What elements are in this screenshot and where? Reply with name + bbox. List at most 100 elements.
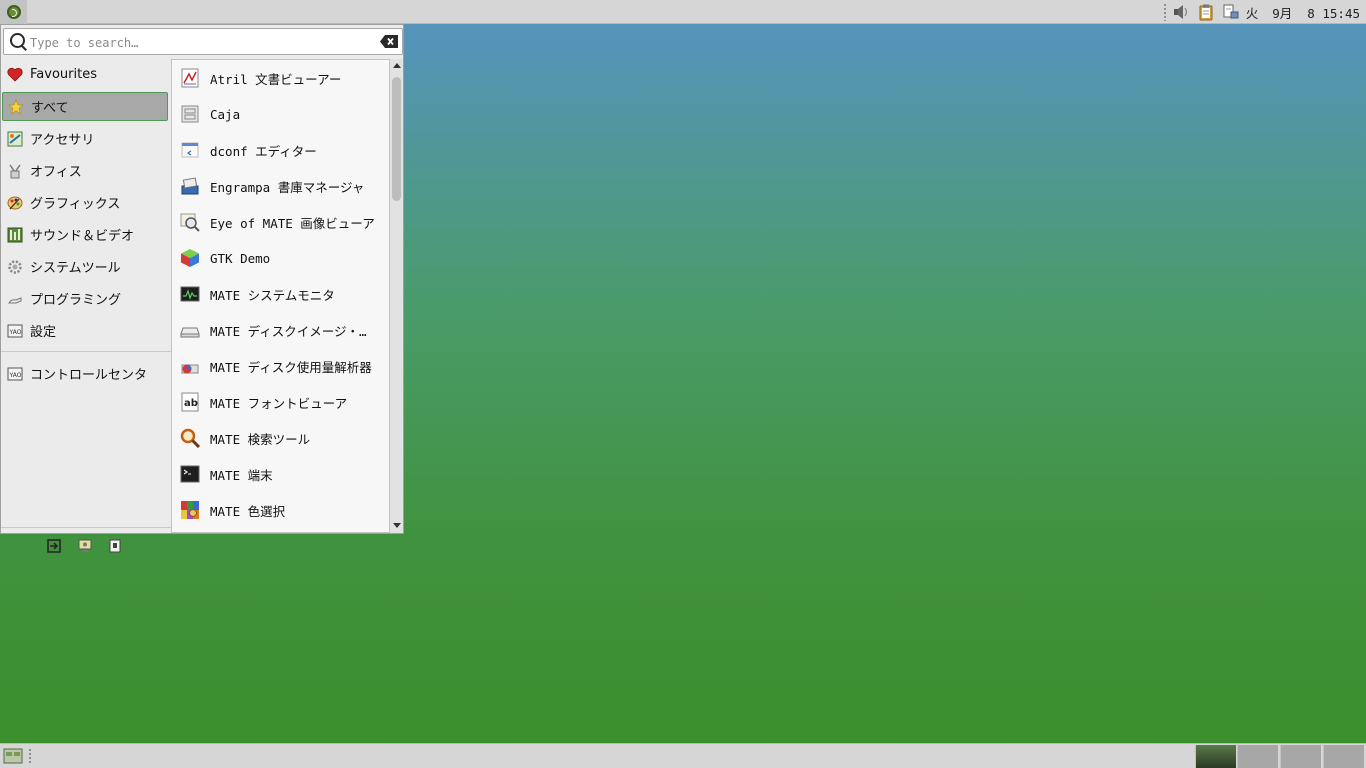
terminal-icon xyxy=(179,463,201,485)
office-icon xyxy=(6,162,23,179)
application-menu: Favourites すべて アクセサリ オフィス グラフィックス サウンド＆ビ… xyxy=(0,24,404,553)
network-icon[interactable] xyxy=(1221,2,1241,22)
category-system-tools[interactable]: システムツール xyxy=(2,252,168,281)
app-label: MATE システムモニタ xyxy=(210,287,335,303)
workspace-3[interactable] xyxy=(1280,745,1321,768)
app-item-atril[interactable]: Atril 文書ビューアー xyxy=(172,60,389,96)
category-label: システムツール xyxy=(30,261,121,276)
category-settings[interactable]: YAO 設定 xyxy=(2,316,168,345)
atril-icon xyxy=(179,67,201,89)
bottom-panel xyxy=(0,743,1366,768)
app-item-disk-usage[interactable]: MATE ディスク使用量解析器 xyxy=(172,348,389,384)
clock-weekday[interactable]: 火 xyxy=(1246,3,1259,22)
category-label: グラフィックス xyxy=(30,197,121,212)
app-list-scrollbar[interactable] xyxy=(390,59,403,533)
workspace-1[interactable] xyxy=(1195,745,1236,768)
search-tool-icon xyxy=(179,427,201,449)
accessories-icon xyxy=(6,130,23,147)
app-label: MATE ディスク使用量解析器 xyxy=(210,359,372,375)
main-menu-button[interactable] xyxy=(0,0,27,24)
scroll-down-arrow-icon[interactable] xyxy=(393,523,401,528)
app-item-color-picker[interactable]: MATE 色選択 xyxy=(172,492,389,528)
disk-usage-icon xyxy=(179,355,201,377)
gtk-demo-icon xyxy=(179,247,201,269)
category-office[interactable]: オフィス xyxy=(2,156,168,185)
volume-icon[interactable] xyxy=(1171,2,1191,22)
app-item-font-viewer[interactable]: ab MATE フォントビューア xyxy=(172,384,389,420)
control-center-label: コントロールセンタ xyxy=(30,368,148,383)
app-label: MATE 検索ツール xyxy=(210,431,311,447)
settings-icon: YAO xyxy=(6,322,23,339)
category-label: 設定 xyxy=(30,325,57,340)
disk-image-icon xyxy=(179,319,201,341)
system-monitor-icon xyxy=(179,283,201,305)
app-label: GTK Demo xyxy=(210,250,271,266)
mate-logo-icon xyxy=(6,5,21,19)
app-label: Atril 文書ビューアー xyxy=(210,71,342,87)
category-all[interactable]: すべて xyxy=(2,92,168,121)
scroll-up-arrow-icon[interactable] xyxy=(393,63,401,68)
app-label: Engrampa 書庫マネージャ xyxy=(210,179,365,195)
multimedia-icon xyxy=(6,226,23,243)
programming-icon xyxy=(6,290,23,307)
session-actions xyxy=(1,537,171,557)
category-list: Favourites すべて アクセサリ オフィス グラフィックス サウンド＆ビ… xyxy=(1,57,171,553)
app-label: MATE 端末 xyxy=(210,467,273,483)
control-center-icon: YAO xyxy=(6,365,23,382)
app-item-dconf[interactable]: dconf エディター xyxy=(172,132,389,168)
control-center-item[interactable]: YAO コントロールセンタ xyxy=(2,359,168,388)
category-favourites[interactable]: Favourites xyxy=(2,60,168,89)
actions-separator xyxy=(1,527,171,528)
app-label: MATE 色選択 xyxy=(210,503,286,519)
svg-text:YAO: YAO xyxy=(8,372,21,379)
category-sound-video[interactable]: サウンド＆ビデオ xyxy=(2,220,168,249)
app-label: Caja xyxy=(210,106,241,122)
category-label: Favourites xyxy=(30,67,97,82)
app-item-gtk-demo[interactable]: GTK Demo xyxy=(172,240,389,276)
color-picker-icon xyxy=(179,499,201,521)
search-input[interactable] xyxy=(28,32,372,53)
app-item-search-tool[interactable]: MATE 検索ツール xyxy=(172,420,389,456)
lock-screen-icon[interactable] xyxy=(76,537,94,555)
category-separator xyxy=(1,351,171,352)
tray-drag-handle[interactable] xyxy=(1162,3,1167,21)
system-tray: 火 9月 8 15:45 xyxy=(1162,0,1366,24)
category-label: アクセサリ xyxy=(30,133,95,148)
system-tools-icon xyxy=(6,258,23,275)
app-label: MATE フォントビューア xyxy=(210,395,348,411)
app-label: dconf エディター xyxy=(210,143,317,159)
application-list: Atril 文書ビューアー Caja dconf エディター Engrampa … xyxy=(171,59,390,533)
heart-icon xyxy=(6,66,23,83)
font-viewer-icon: ab xyxy=(179,391,201,413)
panel-drag-handle[interactable] xyxy=(28,748,32,764)
app-item-system-monitor[interactable]: MATE システムモニタ xyxy=(172,276,389,312)
category-programming[interactable]: プログラミング xyxy=(2,284,168,313)
category-label: すべて xyxy=(31,101,69,116)
app-item-engrampa[interactable]: Engrampa 書庫マネージャ xyxy=(172,168,389,204)
search-box[interactable] xyxy=(3,28,403,55)
clear-search-icon[interactable] xyxy=(380,35,398,48)
search-icon xyxy=(10,33,25,48)
app-item-eye-of-mate[interactable]: Eye of MATE 画像ビューア xyxy=(172,204,389,240)
app-item-disk-image[interactable]: MATE ディスクイメージ・… xyxy=(172,312,389,348)
shutdown-icon[interactable] xyxy=(106,537,124,555)
eom-icon xyxy=(179,211,201,233)
category-label: プログラミング xyxy=(30,293,122,308)
clock-datetime[interactable]: 9月 8 15:45 xyxy=(1272,3,1360,22)
category-accessories[interactable]: アクセサリ xyxy=(2,124,168,153)
logout-icon[interactable] xyxy=(45,537,63,555)
workspace-4[interactable] xyxy=(1323,745,1364,768)
clipboard-icon[interactable] xyxy=(1196,2,1216,22)
workspace-2[interactable] xyxy=(1237,745,1278,768)
scrollbar-thumb[interactable] xyxy=(392,77,401,201)
category-graphics[interactable]: グラフィックス xyxy=(2,188,168,217)
graphics-icon xyxy=(6,194,23,211)
dconf-icon xyxy=(179,139,201,161)
app-item-terminal[interactable]: MATE 端末 xyxy=(172,456,389,492)
svg-text:ab: ab xyxy=(184,398,198,409)
app-item-caja[interactable]: Caja xyxy=(172,96,389,132)
top-panel: 火 9月 8 15:45 xyxy=(0,0,1366,24)
svg-text:YAO: YAO xyxy=(8,329,21,336)
show-desktop-icon[interactable] xyxy=(3,748,23,764)
engrampa-icon xyxy=(179,175,201,197)
